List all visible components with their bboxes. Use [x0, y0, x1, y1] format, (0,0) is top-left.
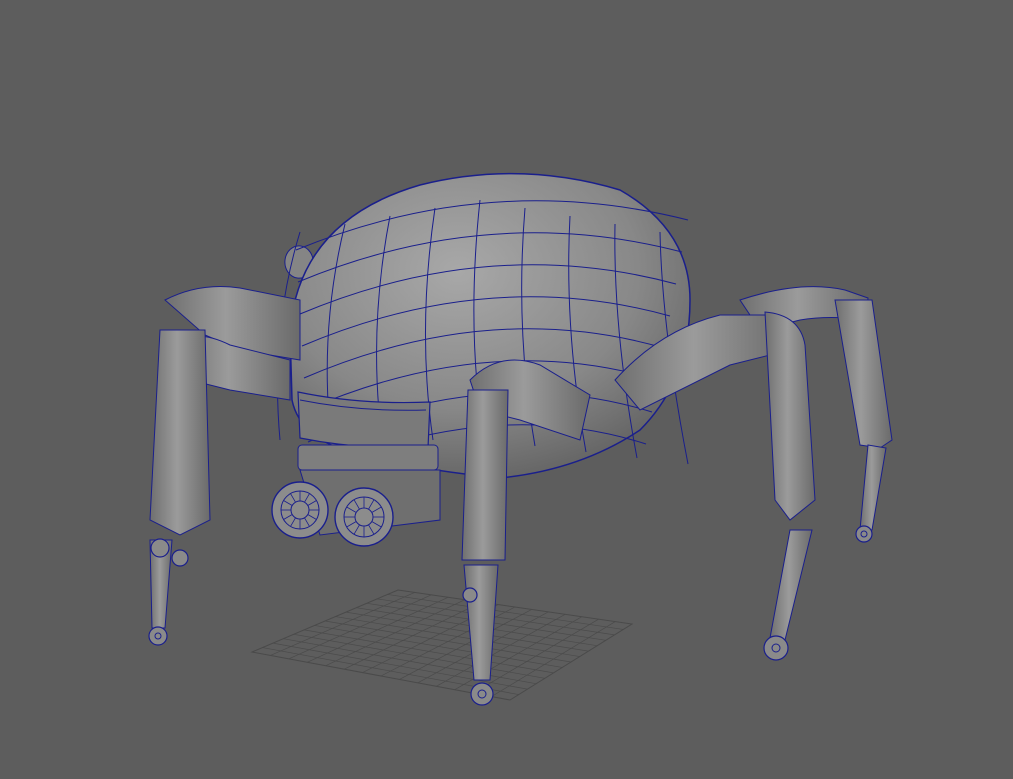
- leg-front-center[interactable]: [461, 359, 591, 706]
- thruster-assembly[interactable]: [271, 444, 441, 547]
- ground-grid: [250, 589, 634, 701]
- leg-front-left[interactable]: [148, 286, 301, 646]
- viewport-3d[interactable]: [0, 0, 1013, 779]
- leg-front-right[interactable]: [614, 311, 816, 661]
- thruster-left: [271, 481, 329, 539]
- scene-canvas[interactable]: [0, 0, 1013, 779]
- thruster-right: [334, 487, 394, 547]
